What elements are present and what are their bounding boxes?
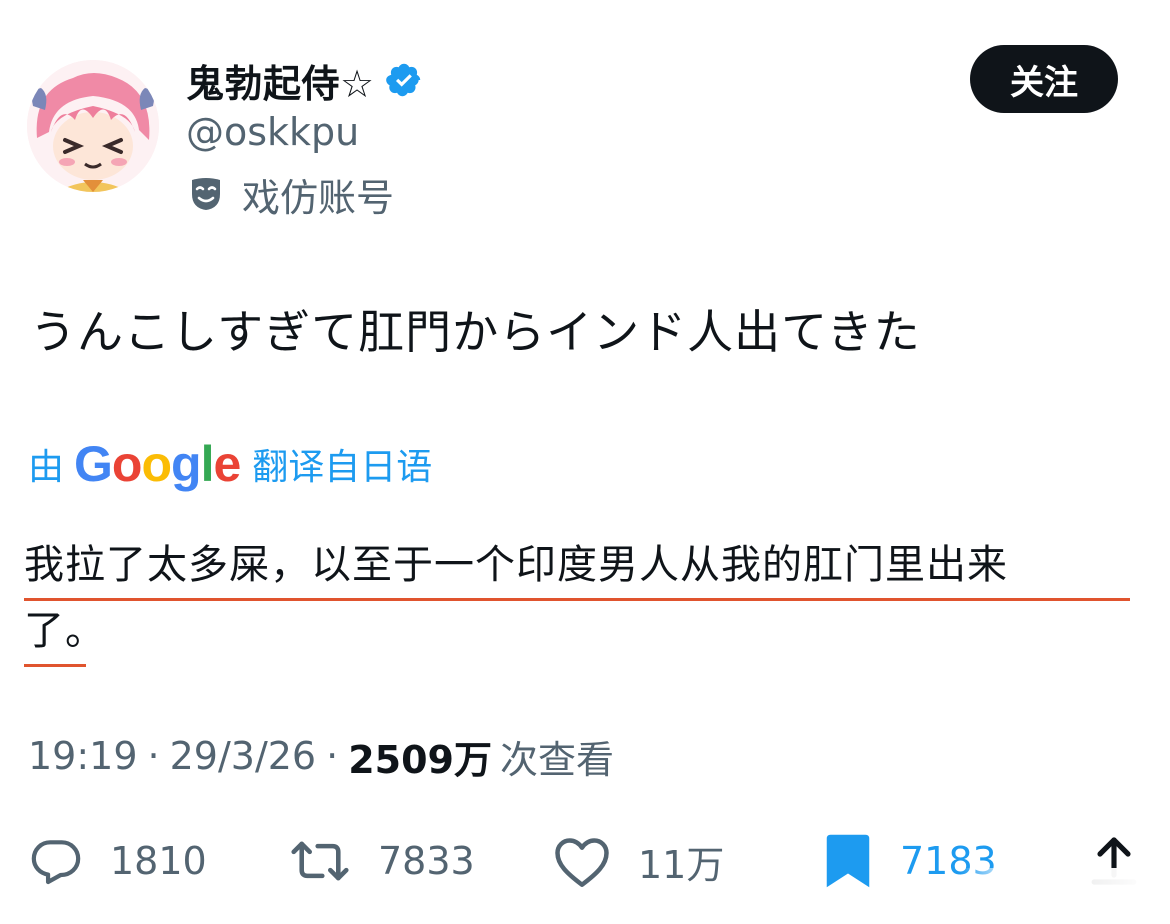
translation-attribution[interactable]: 由 Google 翻译自日语: [28, 432, 432, 496]
red-underline: [24, 664, 86, 667]
like-count: 11万: [638, 842, 725, 887]
heart-icon: [555, 838, 609, 887]
retweet-icon: [291, 841, 349, 881]
verified-badge-icon: [385, 61, 423, 99]
author-handle[interactable]: @oskkpu: [186, 110, 359, 154]
tweet-date[interactable]: 29/3/26: [170, 734, 317, 778]
avatar-image: [27, 60, 159, 192]
google-logo: Google: [74, 436, 241, 492]
red-underline: [24, 598, 1130, 601]
parody-account-row: 戏仿账号: [186, 166, 394, 222]
author-name-row[interactable]: 鬼勃起侍☆: [186, 52, 423, 108]
retweet-count: 7833: [378, 839, 475, 883]
parody-label: 戏仿账号: [242, 175, 395, 220]
reply-icon: [31, 840, 81, 885]
meta-separator: ·: [326, 734, 339, 778]
meta-separator: ·: [147, 734, 160, 778]
translated-line: 了。: [24, 608, 106, 654]
translate-prefix: 由: [28, 447, 65, 488]
views-label: 次查看: [499, 737, 614, 782]
views-count: 2509万: [348, 737, 492, 782]
tweet-meta: 19:19 · 29/3/26 · 2509万 次查看: [28, 726, 614, 786]
reply-count: 1810: [110, 839, 207, 883]
translate-suffix: 翻译自日语: [252, 447, 433, 488]
display-name[interactable]: 鬼勃起侍☆: [186, 53, 375, 108]
tweet-time[interactable]: 19:19: [28, 734, 138, 778]
translated-line: 我拉了太多屎，以至于一个印度男人从我的肛门里出来: [24, 542, 1008, 588]
avatar[interactable]: [27, 60, 159, 192]
tweet-text: うんこしすぎて肛門からインド人出てきた: [30, 305, 921, 359]
like-button[interactable]: 11万: [552, 826, 724, 896]
parody-mask-icon: [186, 174, 226, 214]
retweet-button[interactable]: 7833: [288, 826, 475, 896]
reply-button[interactable]: 1810: [28, 826, 207, 896]
bookmark-icon: [826, 834, 870, 888]
watermark-overlay: [960, 868, 1150, 894]
follow-button[interactable]: 关注: [970, 45, 1118, 113]
